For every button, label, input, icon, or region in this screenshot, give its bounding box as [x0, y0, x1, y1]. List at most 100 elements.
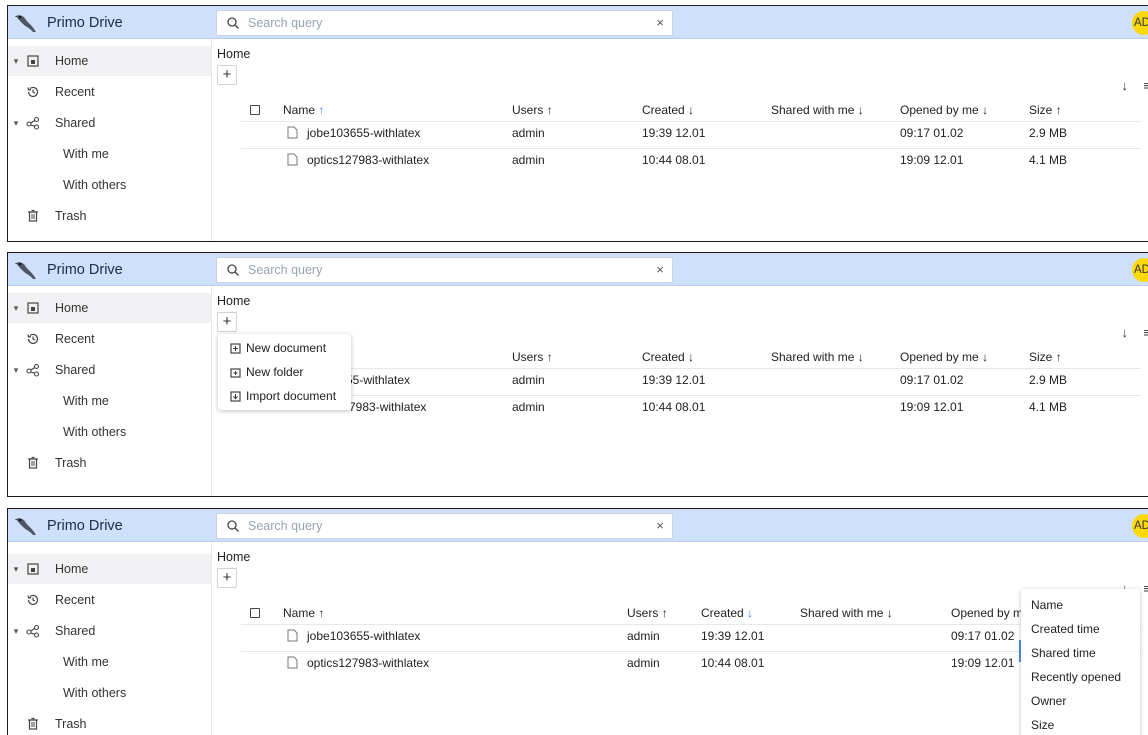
expand-caret-icon[interactable]: ▾ — [11, 564, 21, 575]
sort-arrow-icon: ↓ — [688, 103, 695, 117]
sidebar-item-with-others[interactable]: With others — [8, 170, 211, 200]
sidebar-item-home[interactable]: ▾ Home — [8, 293, 211, 323]
menu-new-folder[interactable]: New folder — [218, 360, 351, 384]
sort-option-name[interactable]: Name — [1021, 593, 1140, 617]
column-users[interactable]: Users ↑ — [512, 103, 553, 117]
row-created: 19:39 12.01 — [701, 629, 765, 643]
column-opened-by-me[interactable]: Opened by me ↓ — [900, 103, 988, 117]
sidebar-item-label: Shared — [55, 363, 96, 377]
table-row[interactable]: optics127983-withlatex admin 10:44 08.01… — [241, 651, 1141, 673]
sort-option-shared-time[interactable]: Shared time — [1021, 641, 1140, 665]
expand-caret-icon[interactable]: ▾ — [11, 626, 21, 637]
search-input[interactable] — [248, 263, 628, 277]
sort-option-owner[interactable]: Owner — [1021, 689, 1140, 713]
sidebar-item-shared[interactable]: ▾ Shared — [8, 108, 211, 138]
document-icon — [287, 629, 298, 642]
sidebar-item-trash[interactable]: Trash — [8, 201, 211, 231]
sort-option-size[interactable]: Size — [1021, 713, 1140, 735]
menu-import-document[interactable]: Import document — [218, 384, 351, 408]
search-box[interactable]: × — [216, 513, 673, 539]
new-item-button[interactable]: + — [217, 568, 237, 588]
column-created[interactable]: Created ↓ — [701, 606, 753, 620]
sidebar-item-shared[interactable]: ▾ Shared — [8, 616, 211, 646]
sidebar-item-home[interactable]: ▾ Home — [8, 554, 211, 584]
top-bar: Primo Drive × AD — [8, 6, 1148, 39]
sidebar-item-with-others[interactable]: With others — [8, 417, 211, 447]
row-size: 2.9 MB — [1029, 126, 1068, 140]
sidebar-item-shared[interactable]: ▾ Shared — [8, 355, 211, 385]
sidebar-item-with-me[interactable]: With me — [8, 139, 211, 169]
user-avatar[interactable]: AD — [1132, 11, 1148, 35]
brand[interactable]: Primo Drive — [8, 509, 212, 542]
sidebar-item-recent[interactable]: Recent — [8, 324, 211, 354]
clear-search-icon[interactable]: × — [656, 15, 664, 31]
sort-arrow-icon: ↑ — [318, 606, 325, 620]
column-shared-with-me[interactable]: Shared with me ↓ — [800, 606, 893, 620]
sidebar-item-trash[interactable]: Trash — [8, 448, 211, 478]
column-created[interactable]: Created ↓ — [642, 103, 694, 117]
expand-caret-icon[interactable]: ▾ — [11, 118, 21, 129]
search-input[interactable] — [248, 519, 628, 533]
menu-new-document[interactable]: New document — [218, 336, 351, 360]
column-size[interactable]: Size ↑ — [1029, 103, 1062, 117]
view-toggle-button[interactable]: ≡ — [1143, 325, 1148, 340]
user-avatar[interactable]: AD — [1132, 258, 1148, 282]
app-title: Primo Drive — [47, 14, 123, 31]
expand-caret-icon[interactable]: ▾ — [11, 303, 21, 314]
expand-caret-icon[interactable]: ▾ — [11, 365, 21, 376]
search-box[interactable]: × — [216, 10, 673, 36]
search-icon — [227, 264, 239, 276]
select-all-checkbox[interactable] — [250, 105, 260, 115]
sidebar-item-with-me[interactable]: With me — [8, 386, 211, 416]
column-created[interactable]: Created ↓ — [642, 350, 694, 364]
sidebar-item-trash[interactable]: Trash — [8, 709, 211, 735]
clear-search-icon[interactable]: × — [656, 262, 664, 278]
column-users[interactable]: Users ↑ — [512, 350, 553, 364]
table-row[interactable]: jobe103655-withlatex admin 19:39 12.01 0… — [241, 624, 1141, 646]
trash-icon — [28, 456, 38, 469]
sidebar-item-recent[interactable]: Recent — [8, 77, 211, 107]
expand-caret-icon[interactable]: ▾ — [11, 56, 21, 67]
column-users[interactable]: Users ↑ — [627, 606, 668, 620]
sidebar-item-with-others[interactable]: With others — [8, 678, 211, 708]
sidebar-item-label: With others — [63, 178, 127, 192]
breadcrumb[interactable]: Home — [217, 47, 250, 61]
column-shared-with-me[interactable]: Shared with me ↓ — [771, 350, 864, 364]
sidebar-item-recent[interactable]: Recent — [8, 585, 211, 615]
column-opened-by-me[interactable]: Opened by me ↓ — [900, 350, 988, 364]
breadcrumb[interactable]: Home — [217, 550, 250, 564]
column-name[interactable]: Name ↑ — [283, 606, 324, 620]
sort-option-created-time[interactable]: Created time — [1021, 617, 1140, 641]
search-input[interactable] — [248, 16, 628, 30]
new-item-button[interactable]: + — [217, 312, 237, 332]
sidebar-item-with-me[interactable]: With me — [8, 647, 211, 677]
sort-direction-button[interactable]: ↓ — [1122, 325, 1129, 340]
column-opened-by-me[interactable]: Opened by me — [951, 606, 1030, 620]
column-size[interactable]: Size ↑ — [1029, 350, 1062, 364]
table-row[interactable]: 7983-withlatex admin 10:44 08.01 19:09 1… — [241, 395, 1141, 417]
sort-direction-button[interactable]: ↓ — [1122, 78, 1129, 93]
new-item-button[interactable]: + — [217, 65, 237, 85]
brand[interactable]: Primo Drive — [8, 253, 212, 286]
user-avatar[interactable]: AD — [1132, 514, 1148, 538]
document-icon — [287, 126, 298, 139]
brand[interactable]: Primo Drive — [8, 6, 212, 39]
clear-search-icon[interactable]: × — [656, 518, 664, 534]
view-toggle-button[interactable]: ≡ — [1143, 581, 1148, 596]
view-toggle-button[interactable]: ≡ — [1143, 78, 1148, 93]
sort-option-recently-opened[interactable]: Recently opened — [1021, 665, 1140, 689]
column-shared-with-me[interactable]: Shared with me ↓ — [771, 103, 864, 117]
new-folder-icon — [230, 367, 241, 378]
breadcrumb[interactable]: Home — [217, 294, 250, 308]
table-row[interactable]: optics127983-withlatex admin 10:44 08.01… — [241, 148, 1141, 170]
search-box[interactable]: × — [216, 257, 673, 283]
sidebar-item-home[interactable]: ▾ Home — [8, 46, 211, 76]
table-row[interactable]: 55-withlatex admin 19:39 12.01 09:17 01.… — [241, 368, 1141, 390]
select-all-checkbox[interactable] — [250, 608, 260, 618]
column-name[interactable]: Name ↑ — [283, 103, 324, 117]
row-opened: 19:09 12.01 — [951, 656, 1015, 670]
import-document-icon — [230, 390, 241, 402]
row-users: admin — [512, 373, 545, 387]
table-row[interactable]: jobe103655-withlatex admin 19:39 12.01 0… — [241, 121, 1141, 143]
sort-arrow-icon: ↑ — [546, 103, 553, 117]
